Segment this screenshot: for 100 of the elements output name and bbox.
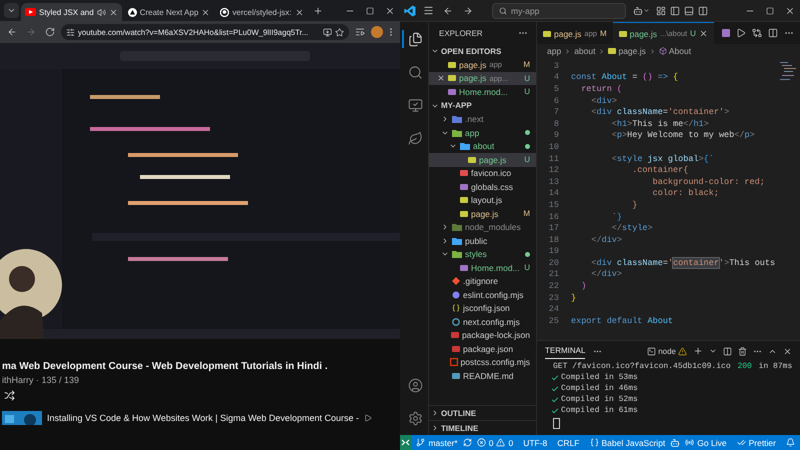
robot-icon[interactable] <box>670 438 680 448</box>
file-tree-item[interactable]: eslint.config.mjs <box>429 288 536 302</box>
maximize-icon <box>766 6 774 14</box>
chevron-icon[interactable] <box>441 115 449 124</box>
line-ending-button[interactable]: CRLF <box>552 438 584 448</box>
panel-bottom-icon[interactable] <box>684 6 694 16</box>
monitor-icon <box>408 98 422 112</box>
split-terminal-icon[interactable] <box>723 346 732 356</box>
file-tree-item[interactable]: jsconfig.json <box>429 302 536 315</box>
file-tree-item[interactable]: app <box>429 126 536 140</box>
go-live-button[interactable]: Go Live <box>680 438 732 448</box>
profile-avatar[interactable] <box>371 26 383 38</box>
code-line: <div className='container'>This outs <box>590 258 776 268</box>
site-info-icon <box>66 28 75 36</box>
browser-tab[interactable]: Create Next App <box>124 3 214 21</box>
line-number: 21 <box>548 269 560 280</box>
branch-button[interactable]: master* <box>411 438 463 448</box>
close-icon[interactable] <box>201 8 210 16</box>
play-icon[interactable] <box>736 28 746 38</box>
tab-list-button[interactable] <box>4 3 19 18</box>
file-tree-item[interactable]: postcss.config.mjs <box>429 356 536 369</box>
encoding-button[interactable]: UTF-8 <box>518 438 552 448</box>
terminal-icon <box>647 346 656 356</box>
close-icon[interactable] <box>437 74 445 82</box>
problems-button[interactable]: 0 0 <box>472 438 518 448</box>
bookmark-star-icon[interactable] <box>335 28 344 36</box>
file-tree-item[interactable]: layout.js <box>429 194 536 207</box>
chevron-icon[interactable] <box>441 236 449 245</box>
breadcrumb-item[interactable]: page.js <box>608 46 646 56</box>
panel-right-icon[interactable] <box>698 6 708 16</box>
file-tree-item[interactable]: page.js M <box>429 207 536 220</box>
file-tree-item[interactable]: .next <box>429 112 536 126</box>
chevron-down-icon[interactable] <box>709 347 717 355</box>
file-tree-item[interactable]: page.js U <box>429 153 536 166</box>
file-tree-item[interactable]: about <box>429 140 536 153</box>
remote-icon <box>401 438 410 447</box>
code-line: } <box>631 200 638 210</box>
file-tree-item[interactable]: next.config.mjs <box>429 315 536 328</box>
file-tree-item[interactable]: README.md <box>429 369 536 382</box>
code-line: </div> <box>590 234 622 245</box>
chevron-icon[interactable] <box>441 223 449 232</box>
code-line: <h1>This is me</h1> <box>610 118 709 129</box>
terminal-line: Compiled in 61ms <box>561 406 638 415</box>
close-icon[interactable] <box>698 29 708 38</box>
file-tree-item[interactable]: package-lock.json <box>429 328 536 342</box>
section-header[interactable]: OPEN EDITORS <box>429 44 536 58</box>
file-tree-item[interactable]: public <box>429 234 536 248</box>
sync-icon[interactable] <box>462 438 472 447</box>
code-line: background-color: red; <box>652 176 765 187</box>
compare-icon[interactable] <box>752 28 762 38</box>
breadcrumb-item[interactable]: About <box>658 46 692 56</box>
app-logo-icon <box>404 4 416 16</box>
close-icon[interactable] <box>108 8 118 16</box>
file-tree-item[interactable]: .gitignore <box>429 274 536 288</box>
line-number: 16 <box>548 212 560 222</box>
file-tree-item[interactable]: globals.css <box>429 180 536 194</box>
circle-icon <box>452 290 460 299</box>
code-line: .container{ <box>631 165 688 176</box>
file-tree-item[interactable]: favicon.ico <box>429 166 536 180</box>
git-status-label: M <box>523 209 530 218</box>
code-line: <p>Hey Welcome to my web</p> <box>610 130 755 140</box>
close-icon[interactable] <box>783 346 792 356</box>
language-button[interactable]: Babel JavaScript <box>584 438 670 448</box>
plus-icon[interactable] <box>693 346 703 356</box>
forward-icon <box>463 6 473 16</box>
browser-tab[interactable]: Styled JSX and <box>21 3 122 21</box>
git-status-label: U <box>524 263 530 272</box>
line-number: 10 <box>548 142 560 152</box>
browser-tab[interactable]: vercel/styled-jsx: <box>216 3 308 21</box>
terminal-shell-button[interactable]: node <box>647 346 687 356</box>
line-number: 11 <box>548 154 560 164</box>
command-search-field[interactable]: my-app <box>492 2 626 18</box>
branch-icon <box>416 438 426 447</box>
prettier-button[interactable]: Prettier <box>732 438 781 448</box>
terminal-tab[interactable]: TERMINAL <box>545 343 586 359</box>
breadcrumb-item[interactable]: app <box>547 46 562 56</box>
shuffle-button[interactable] <box>2 388 16 402</box>
split-editor-icon[interactable] <box>768 28 778 38</box>
file-tree-item[interactable]: styles <box>429 248 536 261</box>
media-list-icon <box>355 27 365 37</box>
layout-icon[interactable] <box>656 6 666 16</box>
file-tree-item[interactable]: Home.mod... U <box>429 261 536 274</box>
file-tree-item[interactable]: package.json <box>429 342 536 356</box>
breadcrumb-item[interactable]: about <box>574 46 596 56</box>
section-header[interactable]: MY-APP <box>429 98 536 112</box>
line-number: 3 <box>552 60 560 71</box>
close-icon[interactable] <box>294 8 304 16</box>
section-header[interactable]: OUTLINE <box>429 405 536 420</box>
panel-left-icon[interactable] <box>670 6 680 16</box>
remote-button[interactable] <box>400 435 412 450</box>
install-icon[interactable] <box>323 28 332 36</box>
open-editor-item[interactable]: Home.mod... U <box>429 85 536 98</box>
file-icon <box>543 30 551 38</box>
file-tree-item[interactable]: node_modules <box>429 220 536 234</box>
trash-icon[interactable] <box>738 346 747 356</box>
next-video-title[interactable]: Installing VS Code & How Websites Work | Sigma Web Development Course - <box>47 413 359 423</box>
git-status-label: U <box>524 87 530 96</box>
leaf-icon <box>408 130 422 146</box>
line-number: 12 <box>548 165 560 176</box>
file-icon <box>460 264 468 272</box>
